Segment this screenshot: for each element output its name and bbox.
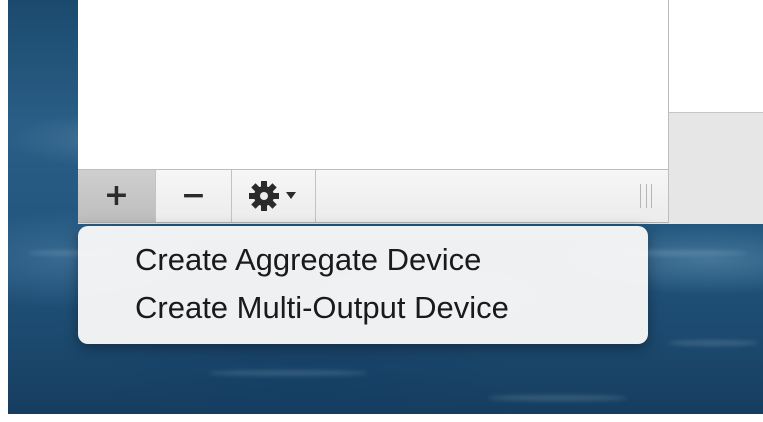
- device-list[interactable]: [78, 0, 669, 170]
- remove-device-button[interactable]: −: [156, 170, 232, 222]
- wallpaper-ripple: [668, 340, 758, 346]
- wallpaper-ripple: [488, 395, 628, 401]
- device-list-toolbar: + −: [78, 170, 669, 223]
- action-menu-button[interactable]: [232, 170, 316, 222]
- menu-item-create-multi-output-device[interactable]: Create Multi-Output Device: [135, 290, 509, 326]
- split-view-resize-handle[interactable]: [640, 184, 652, 208]
- plus-icon: +: [103, 178, 130, 213]
- screen: + − Create Aggregate Device Create Multi…: [0, 0, 763, 422]
- menu-item-create-aggregate-device[interactable]: Create Aggregate Device: [135, 242, 481, 278]
- wallpaper-ripple: [208, 370, 368, 376]
- audio-midi-setup-window: + −: [78, 0, 763, 224]
- device-detail-background: [669, 113, 763, 224]
- add-device-button[interactable]: +: [78, 170, 156, 222]
- device-detail-pane: [669, 0, 763, 113]
- gear-icon: [248, 181, 296, 211]
- minus-icon: −: [180, 178, 207, 213]
- chevron-down-icon: [285, 192, 296, 199]
- add-device-popup-menu: Create Aggregate Device Create Multi-Out…: [78, 226, 648, 344]
